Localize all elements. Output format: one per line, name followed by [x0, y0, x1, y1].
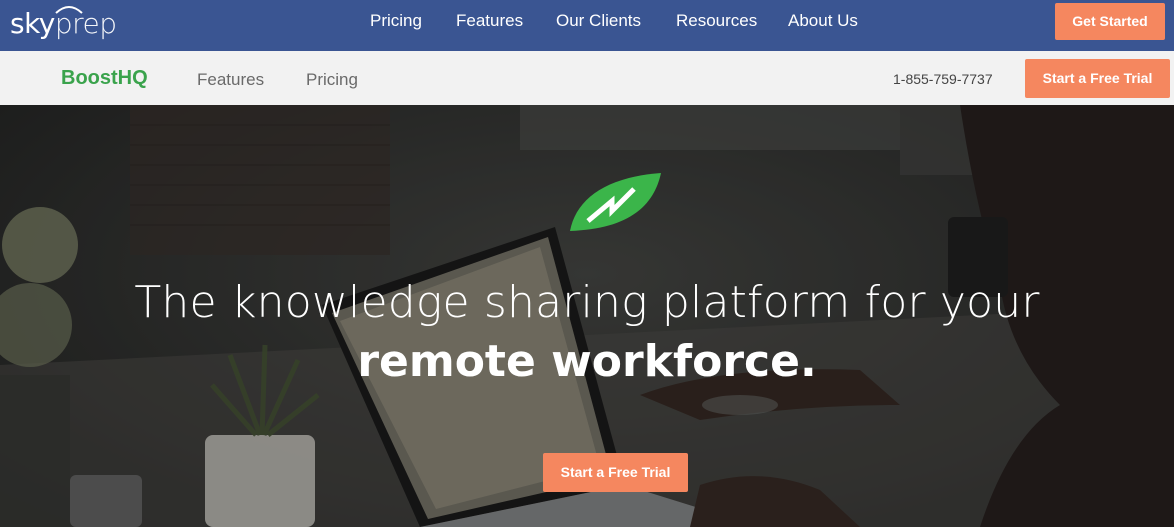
nav-our-clients[interactable]: Our Clients — [556, 11, 641, 31]
phone-number[interactable]: 1-855-759-7737 — [893, 71, 993, 87]
boosthq-brand-link[interactable]: BoostHQ — [61, 67, 148, 90]
subnav-features[interactable]: Features — [197, 70, 264, 90]
subnav-pricing[interactable]: Pricing — [306, 70, 358, 90]
logo-text: skyprep — [10, 7, 117, 40]
get-started-button[interactable]: Get Started — [1055, 3, 1165, 40]
nav-pricing[interactable]: Pricing — [370, 11, 422, 31]
hero-headline: The knowledge sharing platform for your … — [0, 277, 1174, 387]
leaf-bolt-icon — [570, 173, 661, 231]
hero-headline-line2: remote workforce. — [357, 336, 817, 387]
start-free-trial-button-hero[interactable]: Start a Free Trial — [543, 453, 688, 492]
nav-features[interactable]: Features — [456, 11, 523, 31]
top-navigation-bar: skyprep Pricing Features Our Clients Res… — [0, 0, 1174, 51]
hero-headline-line1: The knowledge sharing platform for your — [134, 277, 1040, 328]
nav-about-us[interactable]: About Us — [788, 11, 858, 31]
nav-resources[interactable]: Resources — [676, 11, 757, 31]
start-free-trial-button-header[interactable]: Start a Free Trial — [1025, 59, 1170, 98]
product-subnav: BoostHQ Features Pricing 1-855-759-7737 … — [0, 51, 1174, 105]
skyprep-logo[interactable]: skyprep — [10, 5, 135, 45]
hero-section: The knowledge sharing platform for your … — [0, 105, 1174, 527]
